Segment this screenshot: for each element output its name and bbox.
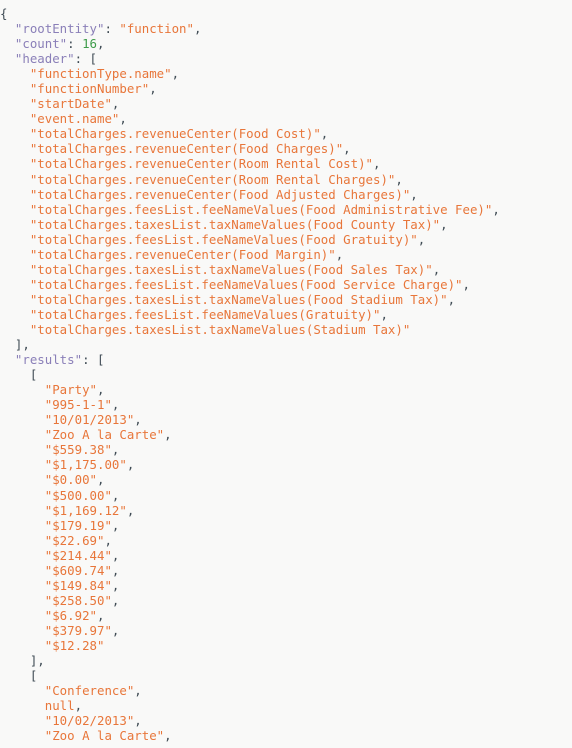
json-result-cell: "$500.00", [44, 487, 120, 503]
json-header-item: "event.name", [29, 111, 127, 127]
json-header-item: "totalCharges.feesList.feeNameValues(Gra… [29, 306, 388, 322]
json-result-cell: "$12.28" [44, 637, 105, 653]
json-header-item: "totalCharges.revenueCenter(Room Rental … [29, 171, 403, 187]
json-result-cell: "Zoo A la Carte", [44, 728, 172, 744]
json-result-cell: "10/02/2013", [44, 713, 142, 729]
json-header-item: "totalCharges.revenueCenter(Food Margin)… [29, 246, 344, 262]
json-result-row-open: [ [29, 668, 38, 684]
json-result-row-close: ], [29, 653, 45, 669]
json-header-item: "totalCharges.taxesList.taxNameValues(Fo… [29, 216, 448, 232]
json-prop-count: "count": 16, [14, 36, 105, 52]
json-result-cell: "$1,175.00", [44, 457, 135, 473]
json-result-cell: "$379.97", [44, 622, 120, 638]
json-header-item: "totalCharges.taxesList.taxNameValues(Fo… [29, 291, 456, 307]
json-header-item: "totalCharges.taxesList.taxNameValues(Fo… [29, 261, 441, 277]
json-result-cell: "$559.38", [44, 442, 120, 458]
json-result-cell: "10/01/2013", [44, 412, 142, 428]
json-result-cell: "$609.74", [44, 562, 120, 578]
json-prop-header: "header": [ [14, 51, 97, 67]
json-prop-results: "results": [ [14, 352, 105, 368]
json-header-item: "totalCharges.feesList.feeNameValues(Foo… [29, 201, 500, 217]
json-header-item: "startDate", [29, 96, 120, 112]
json-result-cell: "$0.00", [44, 472, 105, 488]
json-result-cell: "Zoo A la Carte", [44, 427, 172, 443]
json-response-viewer: { "rootEntity": "function", "count": 16,… [0, 0, 572, 743]
json-result-cell: "Party", [44, 382, 105, 398]
json-result-cell: "$214.44", [44, 547, 120, 563]
json-result-cell: "$258.50", [44, 592, 120, 608]
json-header-item: "totalCharges.revenueCenter(Room Rental … [29, 156, 381, 172]
json-result-cell: "Conference", [44, 683, 142, 699]
json-result-cell: "$1,169.12", [44, 502, 135, 518]
json-open-brace: { [0, 6, 8, 21]
json-header-item: "functionType.name", [29, 66, 180, 82]
json-result-cell: "$149.84", [44, 577, 120, 593]
json-result-cell: "$22.69", [44, 532, 112, 548]
json-result-cell: "995-1-1", [44, 397, 120, 413]
json-header-item: "totalCharges.revenueCenter(Food Charges… [29, 141, 351, 157]
json-result-row-open: [ [29, 367, 38, 383]
json-prop-rootEntity: "rootEntity": "function", [14, 21, 202, 37]
json-header-item: "totalCharges.taxesList.taxNameValues(St… [29, 321, 411, 337]
json-result-cell: null, [44, 698, 83, 714]
json-header-close: ], [14, 337, 30, 353]
json-header-item: "totalCharges.feesList.feeNameValues(Foo… [29, 276, 470, 292]
json-header-item: "functionNumber", [29, 81, 157, 97]
json-header-item: "totalCharges.revenueCenter(Food Adjuste… [29, 186, 418, 202]
json-header-item: "totalCharges.feesList.feeNameValues(Foo… [29, 231, 426, 247]
json-header-item: "totalCharges.revenueCenter(Food Cost)", [29, 126, 329, 142]
json-result-cell: "$179.19", [44, 517, 120, 533]
json-result-cell: "$6.92", [44, 607, 105, 623]
